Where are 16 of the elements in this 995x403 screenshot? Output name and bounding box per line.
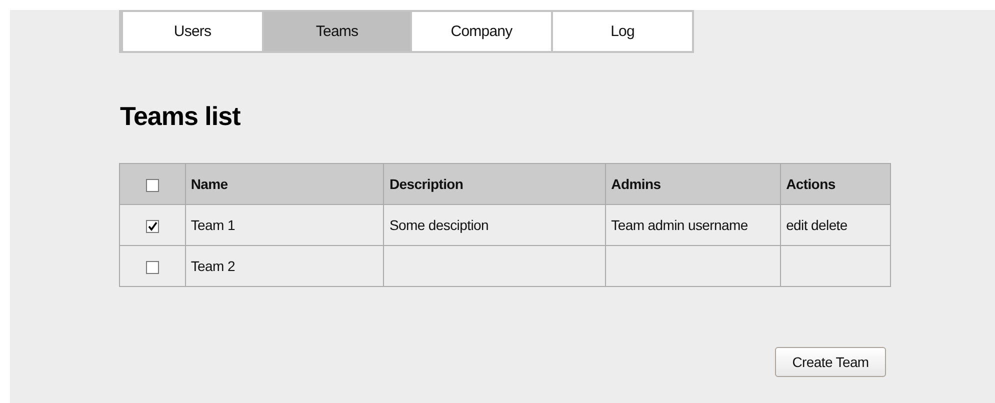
column-header: Name <box>190 176 228 192</box>
table-cell: Some desciption <box>389 217 488 233</box>
column-header: Description <box>389 176 464 192</box>
edit-link[interactable]: edit <box>786 217 808 233</box>
checkbox[interactable] <box>146 260 159 274</box>
page-title: Teams list <box>120 101 242 132</box>
create-team-button[interactable]: Create Team <box>775 347 886 377</box>
column-header: Actions <box>786 176 836 192</box>
column-header: Admins <box>611 176 661 192</box>
checkbox[interactable] <box>146 220 159 233</box>
delete-link[interactable]: delete <box>811 217 848 233</box>
nav-tab[interactable]: Teams <box>262 12 410 51</box>
table-cell: Team 2 <box>190 258 235 274</box>
table-cell: Team 1 <box>190 217 235 233</box>
checkbox[interactable] <box>146 178 159 192</box>
table-cell: Team admin username <box>611 217 748 233</box>
